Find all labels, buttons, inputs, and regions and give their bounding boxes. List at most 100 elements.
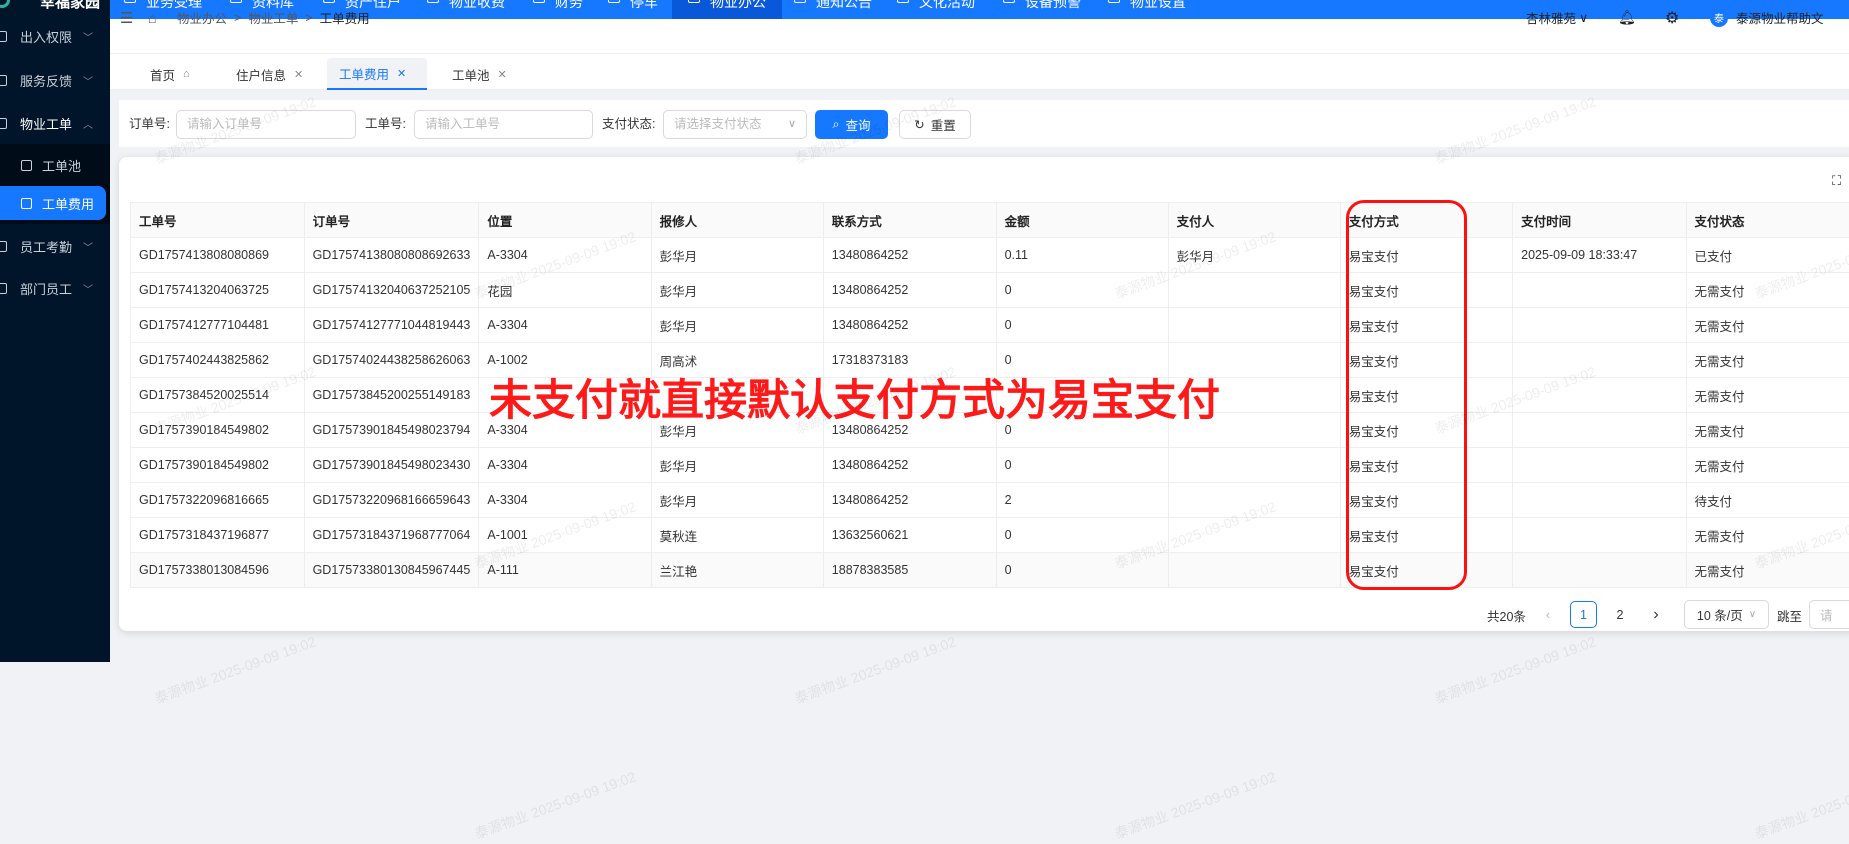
form-icon — [21, 160, 32, 171]
page-2-button[interactable]: 2 — [1610, 603, 1630, 627]
table-cell — [1513, 378, 1686, 413]
gear-icon[interactable]: ⚙ — [1665, 0, 1679, 35]
table-cell: 无需支付 — [1686, 448, 1849, 483]
table-cell: 13632560621 — [823, 518, 996, 553]
table-row[interactable]: GD1757390184549802GD17573901845498023430… — [131, 448, 1849, 483]
prev-page-icon[interactable]: ‹ — [1540, 603, 1556, 627]
table-cell: GD1757338013084596 — [131, 553, 305, 588]
table-cell — [1513, 448, 1686, 483]
community-selector[interactable]: 杏林雅苑∨ — [1526, 0, 1588, 35]
table-cell: 易宝支付 — [1340, 273, 1512, 308]
community-name: 杏林雅苑 — [1526, 8, 1576, 27]
table-header-row: 工单号订单号位置报修人联系方式金额支付人支付方式支付时间支付状态 — [131, 203, 1849, 238]
user-menu[interactable]: 泰泰源物业 — [1710, 0, 1786, 35]
calendar-icon — [0, 241, 7, 252]
chevron-down-icon: ∨ — [1749, 609, 1756, 620]
topnav-item[interactable]: 物业收费 — [427, 0, 505, 19]
sidebar-item-access[interactable]: 出入权限﹀ — [0, 19, 110, 53]
help-link[interactable]: 帮助文 — [1786, 0, 1824, 35]
topnav-item[interactable]: 文化活动 — [897, 0, 975, 19]
table-cell: 13480864252 — [823, 483, 996, 518]
home-icon[interactable]: ⌂ — [148, 0, 156, 35]
topnav-item[interactable]: 物业办公 — [672, 0, 782, 19]
reset-label: 重置 — [931, 115, 956, 134]
topnav-item[interactable]: 设备预警 — [1003, 0, 1081, 19]
bell-icon[interactable]: 🔔︎ — [1618, 0, 1636, 35]
table-cell: 0.11 — [996, 238, 1168, 273]
tab-order-pool[interactable]: 工单池 ✕ — [440, 58, 519, 90]
topnav-item[interactable]: 物业设置 — [1108, 0, 1186, 19]
table-cell: 易宝支付 — [1340, 518, 1512, 553]
logo-icon — [0, 0, 10, 8]
table-cell: GD17573845200255149183 — [304, 378, 479, 413]
jump-page-input[interactable]: 请 — [1809, 600, 1849, 629]
page-size-select[interactable]: 10 条/页∨ — [1684, 600, 1769, 629]
table-cell: GD1757318437196877 — [131, 518, 305, 553]
select-placeholder: 请选择支付状态 — [674, 117, 762, 131]
order-no-input[interactable]: 请输入订单号 — [176, 110, 356, 139]
tab-label: 首页 — [150, 65, 175, 84]
pay-status-select[interactable]: 请选择支付状态∨ — [663, 110, 807, 139]
fullscreen-icon[interactable]: ⛶ — [1832, 173, 1841, 189]
close-icon[interactable]: ✕ — [294, 68, 303, 81]
sidebar-item-work-orders[interactable]: 物业工单︿ — [0, 106, 110, 140]
table-cell: 无需支付 — [1686, 378, 1849, 413]
table-row[interactable]: GD1757413204063725GD17574132040637252105… — [131, 273, 1849, 308]
search-button[interactable]: ⌕查询 — [815, 110, 888, 139]
sidebar-item-order-fees[interactable]: 工单费用 — [0, 186, 106, 220]
table-cell: 0 — [996, 448, 1168, 483]
topnav-label: 物业收费 — [449, 0, 505, 10]
sidebar-item-departments[interactable]: 部门员工﹀ — [0, 271, 110, 305]
close-icon[interactable]: ✕ — [397, 67, 406, 80]
table-cell: GD17574138080808692633 — [304, 238, 479, 273]
sidebar-label: 员工考勤 — [20, 237, 72, 256]
table-cell: 无需支付 — [1686, 308, 1849, 343]
table-cell: GD1757390184549802 — [131, 448, 305, 483]
sidebar-item-order-pool[interactable]: 工单池 — [0, 148, 110, 182]
table-cell: 13480864252 — [823, 238, 996, 273]
table-cell — [1513, 273, 1686, 308]
table-row[interactable]: GD1757338013084596GD17573380130845967445… — [131, 553, 1849, 588]
table-row[interactable]: GD1757318437196877GD17573184371968777064… — [131, 518, 1849, 553]
access-icon — [0, 31, 7, 42]
topnav-label: 财务 — [555, 0, 583, 10]
close-icon[interactable]: ✕ — [498, 68, 507, 81]
table-row[interactable]: GD1757412777104481GD17574127771044819443… — [131, 308, 1849, 343]
breadcrumb-item[interactable]: 物业工单 — [248, 8, 298, 27]
tab-home[interactable]: 首页⌂ — [138, 58, 202, 90]
jump-label: 跳至 — [1777, 603, 1802, 627]
menu-fold-icon[interactable]: ☰ — [120, 0, 133, 35]
reset-button[interactable]: ↻ 重置 — [899, 110, 971, 139]
table-cell: A-3304 — [479, 238, 651, 273]
topnav-item[interactable]: 通知公告 — [794, 0, 872, 19]
tab-resident-info[interactable]: 住户信息✕ — [224, 58, 315, 90]
sidebar-item-attendance[interactable]: 员工考勤﹀ — [0, 229, 110, 263]
avatar: 泰 — [1710, 9, 1728, 27]
table-cell: 彭华月 — [651, 238, 823, 273]
table-row[interactable]: GD1757322096816665GD17573220968166659643… — [131, 483, 1849, 518]
topnav-label: 物业办公 — [710, 0, 766, 10]
search-icon: ⌕ — [832, 117, 839, 132]
table-cell: 13480864252 — [823, 308, 996, 343]
table-cell — [1513, 553, 1686, 588]
tab-order-fees[interactable]: 工单费用✕ — [327, 58, 427, 90]
watermark: 泰源物业 2025-09-09 19:02 — [1432, 631, 1599, 708]
column-header: 工单号 — [131, 203, 305, 238]
tab-label: 工单池 — [452, 65, 490, 84]
page-1-button[interactable]: 1 — [1570, 601, 1597, 628]
sidebar-label: 工单费用 — [42, 194, 94, 213]
next-page-icon[interactable]: › — [1648, 603, 1664, 627]
sidebar-item-feedback[interactable]: 服务反馈﹀ — [0, 63, 110, 97]
reload-icon: ↻ — [914, 117, 924, 132]
breadcrumb-item[interactable]: 物业办公 — [177, 8, 227, 27]
topnav-item[interactable]: 停车 — [608, 0, 658, 19]
topnav-item[interactable]: 财务 — [533, 0, 583, 19]
table-cell: 0 — [996, 553, 1168, 588]
column-header: 支付状态 — [1686, 203, 1849, 238]
finance-icon — [533, 0, 545, 3]
ticket-no-input[interactable]: 请输入工单号 — [414, 110, 593, 139]
table-cell: 易宝支付 — [1340, 483, 1512, 518]
table-row[interactable]: GD1757413808080869GD17574138080808692633… — [131, 238, 1849, 273]
breadcrumb-separator: > — [234, 11, 241, 25]
table-cell: A-1001 — [479, 518, 651, 553]
